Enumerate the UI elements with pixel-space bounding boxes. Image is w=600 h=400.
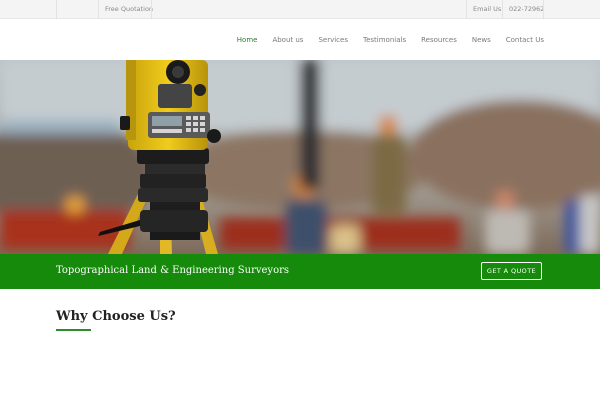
cta-banner: Topographical Land & Engineering Surveyo… bbox=[0, 254, 600, 289]
divider bbox=[543, 0, 544, 19]
email-us-link[interactable]: Email Us bbox=[473, 0, 501, 19]
phone-number[interactable]: 022-72962 bbox=[509, 0, 544, 19]
hero-image bbox=[0, 60, 600, 254]
section-title: Why Choose Us? bbox=[56, 309, 176, 324]
nav-item-services[interactable]: Services bbox=[318, 36, 348, 44]
divider bbox=[502, 0, 503, 19]
nav-item-news[interactable]: News bbox=[472, 36, 491, 44]
get-a-quote-button[interactable]: GET A QUOTE bbox=[481, 262, 542, 280]
title-underline bbox=[56, 329, 91, 331]
free-quotation-link[interactable]: Free Quotation bbox=[105, 0, 153, 19]
banner-tagline: Topographical Land & Engineering Surveyo… bbox=[56, 265, 289, 276]
main-nav: Home About us Services Testimonials Reso… bbox=[222, 20, 544, 60]
nav-item-testimonials[interactable]: Testimonials bbox=[363, 36, 406, 44]
divider bbox=[151, 0, 152, 19]
nav-item-contact-us[interactable]: Contact Us bbox=[506, 36, 544, 44]
divider bbox=[56, 0, 57, 19]
nav-item-resources[interactable]: Resources bbox=[421, 36, 457, 44]
nav-item-home[interactable]: Home bbox=[237, 36, 258, 44]
top-utility-bar: Free Quotation Email Us 022-72962 bbox=[0, 0, 600, 19]
divider bbox=[466, 0, 467, 19]
site-header: Home About us Services Testimonials Reso… bbox=[0, 20, 600, 60]
divider bbox=[98, 0, 99, 19]
nav-item-about-us[interactable]: About us bbox=[272, 36, 303, 44]
